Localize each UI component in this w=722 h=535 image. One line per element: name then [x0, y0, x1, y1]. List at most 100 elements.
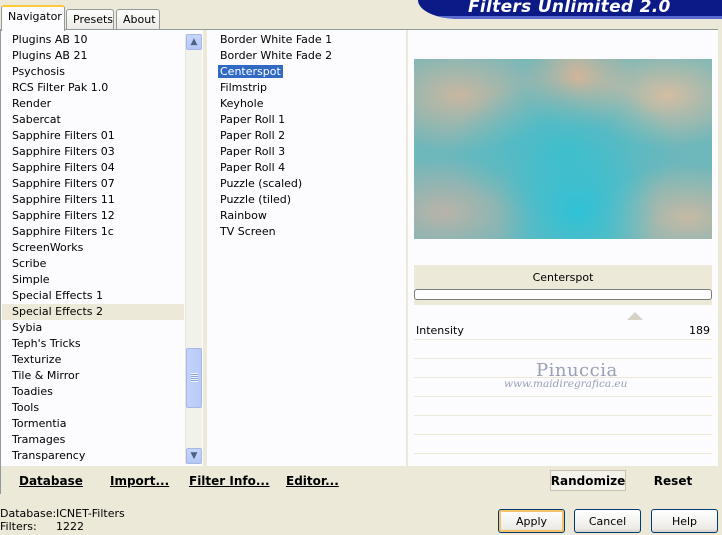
scroll-down-button[interactable]: ▼: [186, 448, 202, 464]
database-link[interactable]: Database: [19, 474, 83, 488]
import-link[interactable]: Import...: [110, 474, 169, 488]
category-item[interactable]: Tools: [2, 400, 184, 416]
category-item[interactable]: Sybia: [2, 320, 184, 336]
reset-button[interactable]: Reset: [640, 470, 706, 491]
scroll-thumb[interactable]: [186, 348, 202, 408]
apply-button[interactable]: Apply: [498, 509, 565, 533]
editor-link[interactable]: Editor...: [286, 474, 339, 488]
watermark-url: www.maidiregrafica.eu: [504, 378, 628, 390]
preview-filter-name: Centerspot: [532, 271, 594, 284]
scroll-up-button[interactable]: ▲: [186, 34, 202, 50]
filter-item[interactable]: Border White Fade 1: [210, 32, 406, 48]
category-item[interactable]: Render: [2, 96, 184, 112]
intensity-label: Intensity: [416, 324, 464, 337]
filter-list[interactable]: Border White Fade 1 Border White Fade 2 Ce…: [210, 32, 406, 240]
param-row-empty: [414, 341, 712, 359]
filter-item-label: Paper Roll 2: [220, 129, 286, 142]
category-item-label: Plugins AB 10: [12, 33, 88, 46]
category-item[interactable]: Plugins AB 21: [2, 48, 184, 64]
category-item[interactable]: Sapphire Filters 11: [2, 192, 184, 208]
category-item-label: Plugins AB 21: [12, 49, 88, 62]
chevron-down-icon: ▼: [190, 451, 198, 461]
category-item-label: ScreenWorks: [12, 241, 84, 254]
category-item-label: Sabercat: [12, 113, 61, 126]
filter-name-area: Centerspot: [414, 265, 712, 305]
randomize-button[interactable]: Randomize: [550, 470, 626, 491]
filter-item-label: Puzzle (tiled): [220, 193, 292, 206]
category-item[interactable]: Sapphire Filters 07: [2, 176, 184, 192]
category-item[interactable]: Simple: [2, 272, 184, 288]
category-item-label: Scribe: [12, 257, 47, 270]
category-list[interactable]: Plugins AB 10 Plugins AB 21 Psychosis RCS F…: [2, 32, 184, 464]
category-item[interactable]: ScreenWorks: [2, 240, 184, 256]
category-item[interactable]: Plugins AB 10: [2, 32, 184, 48]
filter-item[interactable]: Paper Roll 4: [210, 160, 406, 176]
chevron-up-icon: ▲: [190, 37, 198, 47]
watermark: Pinuccia www.maidiregrafica.eu: [504, 360, 722, 390]
filter-item[interactable]: Centerspot: [210, 64, 406, 80]
filter-item[interactable]: Paper Roll 2: [210, 128, 406, 144]
filter-item[interactable]: TV Screen: [210, 224, 406, 240]
category-item-label: Sapphire Filters 01: [12, 129, 115, 142]
tab-navigator[interactable]: Navigator: [1, 5, 65, 31]
filter-item[interactable]: Puzzle (tiled): [210, 192, 406, 208]
tab-about[interactable]: About: [116, 9, 160, 29]
slider-thumb[interactable]: [627, 312, 643, 320]
category-item[interactable]: Tramages: [2, 432, 184, 448]
category-item-label: Sybia: [12, 321, 43, 334]
filter-item[interactable]: Paper Roll 3: [210, 144, 406, 160]
filter-item-label: Filmstrip: [220, 81, 267, 94]
filter-item[interactable]: Filmstrip: [210, 80, 406, 96]
category-item[interactable]: Sapphire Filters 01: [2, 128, 184, 144]
category-item[interactable]: Special Effects 2: [2, 304, 184, 320]
category-item-label: Special Effects 1: [12, 289, 104, 302]
category-item[interactable]: Tormentia: [2, 416, 184, 432]
category-item-label: Sapphire Filters 04: [12, 161, 115, 174]
filter-item-label: Paper Roll 1: [220, 113, 286, 126]
category-item-label: Render: [12, 97, 52, 110]
category-item-label: Psychosis: [12, 65, 65, 78]
tab-presets[interactable]: Presets: [66, 9, 114, 29]
database-value: ICNET-Filters: [56, 507, 125, 520]
category-item[interactable]: Sapphire Filters 12: [2, 208, 184, 224]
category-item-label: Toadies: [12, 385, 53, 398]
filter-item[interactable]: Paper Roll 1: [210, 112, 406, 128]
category-item-label: Sapphire Filters 1c: [12, 225, 114, 238]
filter-item[interactable]: Border White Fade 2: [210, 48, 406, 64]
category-item-label: Special Effects 2: [12, 305, 104, 318]
category-item[interactable]: Special Effects 1: [2, 288, 184, 304]
filter-info-link[interactable]: Filter Info...: [189, 474, 270, 488]
preview-image[interactable]: [414, 59, 712, 239]
list-divider: [203, 30, 207, 466]
filter-item[interactable]: Rainbow: [210, 208, 406, 224]
category-item-label: Texturize: [12, 353, 62, 366]
category-item[interactable]: Transparency: [2, 448, 184, 464]
intensity-slider[interactable]: Intensity 189: [414, 312, 712, 340]
category-item-label: RCS Filter Pak 1.0: [12, 81, 109, 94]
filter-item-label: Centerspot: [218, 65, 283, 78]
category-item[interactable]: Teph's Tricks: [2, 336, 184, 352]
category-item[interactable]: Texturize: [2, 352, 184, 368]
category-scrollbar[interactable]: ▲ ▼: [185, 34, 202, 464]
filter-item[interactable]: Keyhole: [210, 96, 406, 112]
category-item[interactable]: Sapphire Filters 04: [2, 160, 184, 176]
link-row: Database Import... Filter Info... Editor…: [1, 466, 408, 494]
filter-item[interactable]: Puzzle (scaled): [210, 176, 406, 192]
preview-button-row: Randomize Reset: [408, 466, 718, 494]
category-item[interactable]: Sapphire Filters 1c: [2, 224, 184, 240]
cancel-button[interactable]: Cancel: [574, 509, 641, 533]
category-item[interactable]: RCS Filter Pak 1.0: [2, 80, 184, 96]
category-item[interactable]: Toadies: [2, 384, 184, 400]
category-item[interactable]: Sapphire Filters 03: [2, 144, 184, 160]
filters-count-value: 1222: [56, 520, 84, 533]
category-item-label: Simple: [12, 273, 50, 286]
help-button[interactable]: Help: [651, 509, 718, 533]
progress-bar: [414, 289, 712, 300]
category-item[interactable]: Scribe: [2, 256, 184, 272]
parameter-area: Intensity 189 Pinuccia www.maidiregrafic…: [414, 312, 712, 462]
filters-count-label: Filters:: [0, 520, 37, 533]
category-item[interactable]: Psychosis: [2, 64, 184, 80]
category-item[interactable]: Tile & Mirror: [2, 368, 184, 384]
category-item[interactable]: Sabercat: [2, 112, 184, 128]
filter-item-label: Border White Fade 1: [220, 33, 333, 46]
